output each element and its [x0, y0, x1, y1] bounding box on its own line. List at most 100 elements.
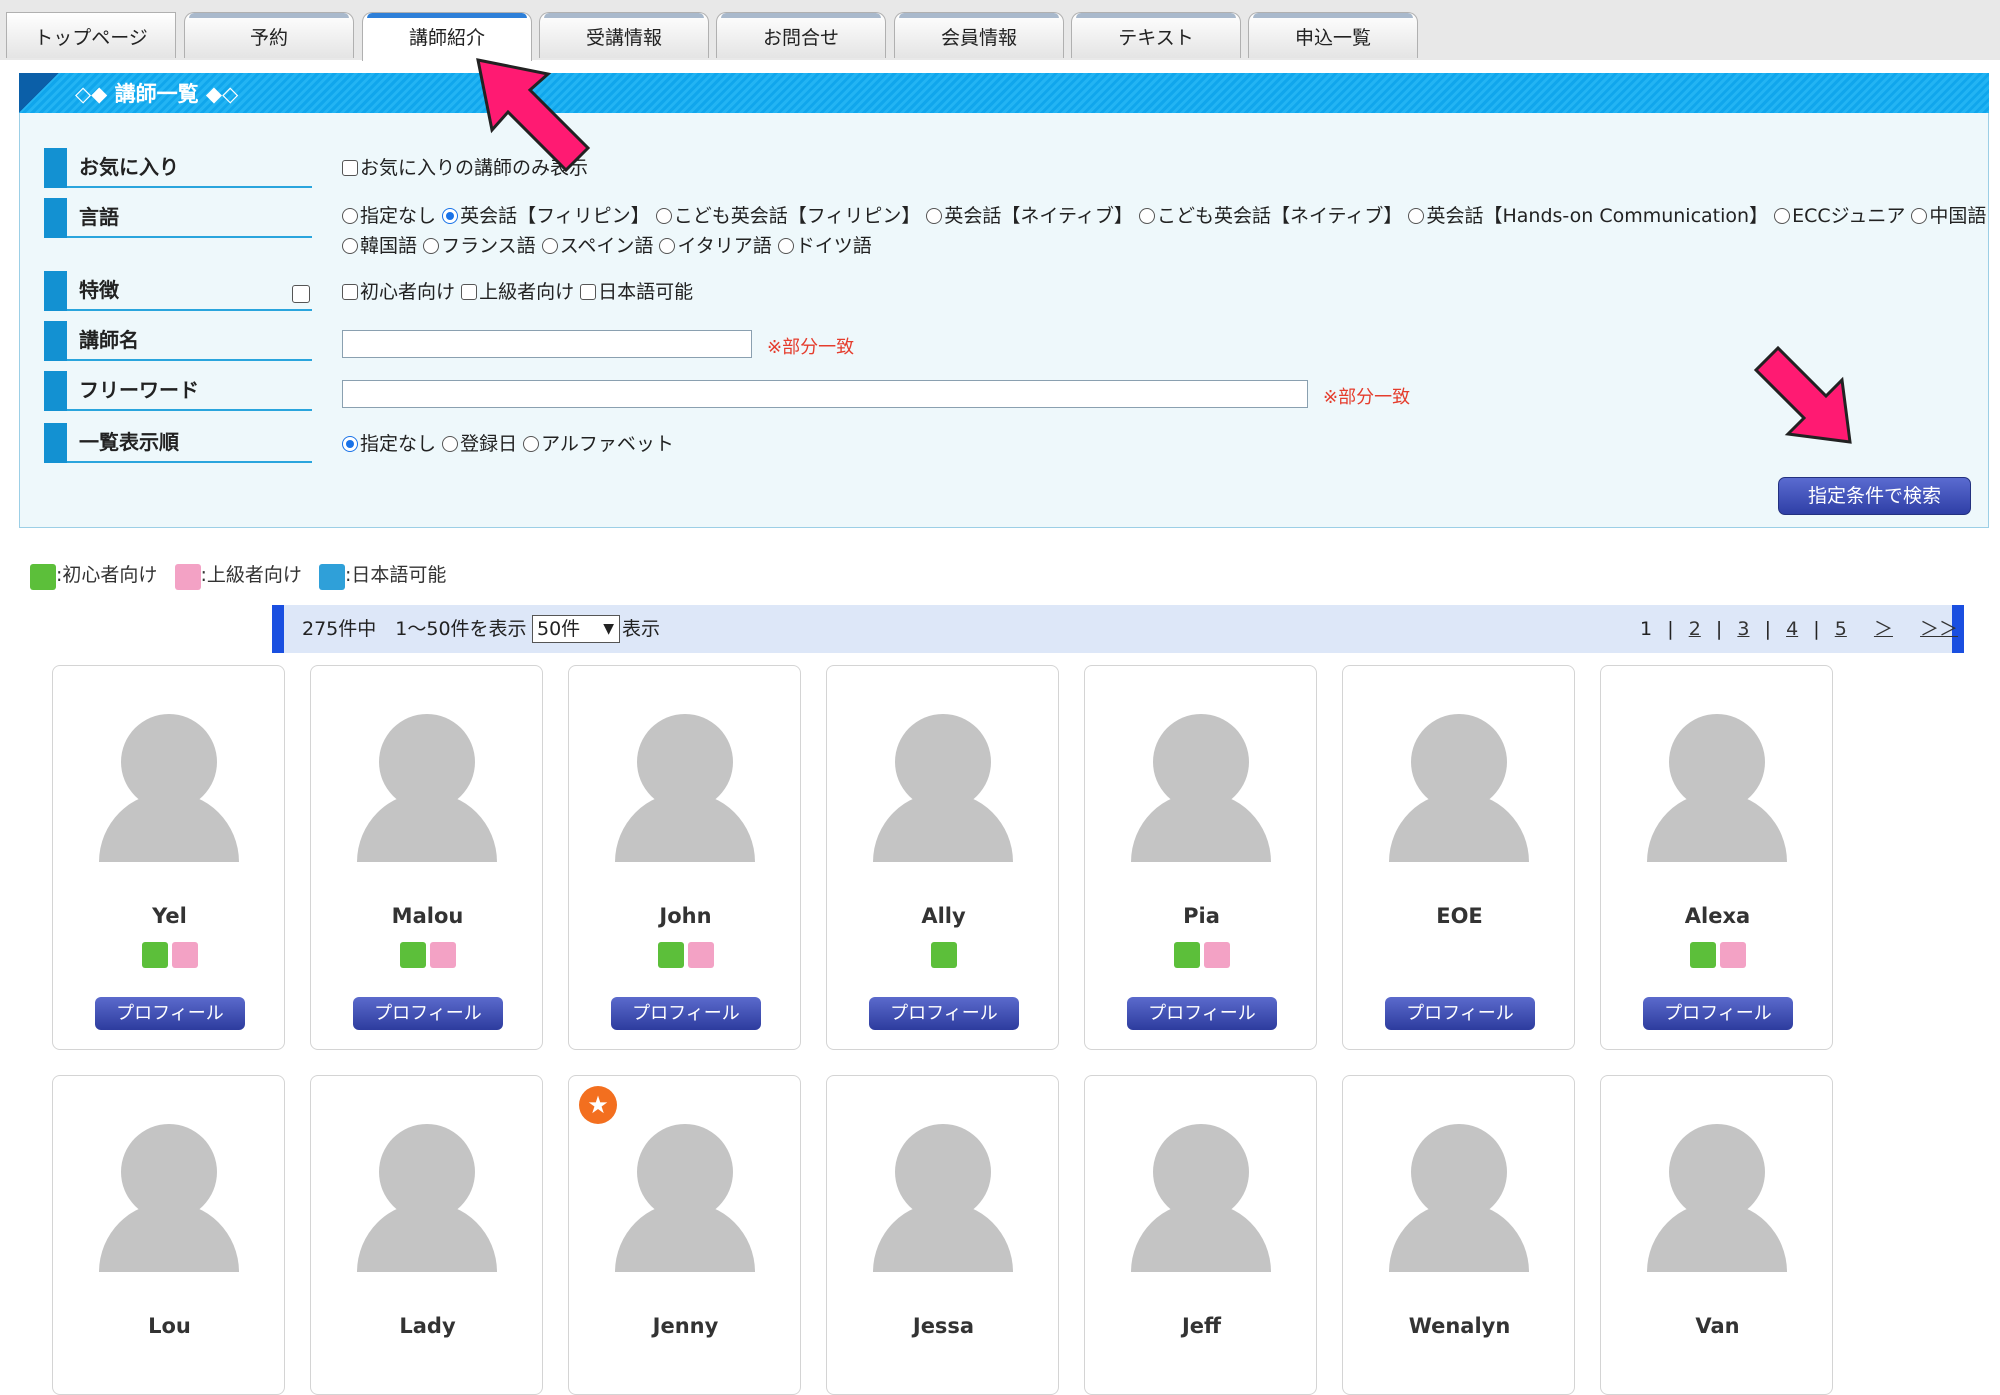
tab-top-page[interactable]: トップページ: [6, 12, 176, 58]
profile-button[interactable]: プロフィール: [611, 997, 761, 1030]
teacher-card[interactable]: Yel プロフィール: [52, 665, 285, 1050]
per-page-select[interactable]: 50件 ▼: [532, 615, 620, 643]
sort-option[interactable]: アルファベット: [523, 433, 674, 455]
teacher-card[interactable]: Van: [1600, 1075, 1833, 1395]
page-current: 1: [1640, 618, 1653, 640]
language-option[interactable]: フランス語: [423, 235, 536, 257]
teacher-card[interactable]: Lou: [52, 1075, 285, 1395]
legend-japanese-label: :日本語可能: [345, 564, 447, 586]
per-page-suffix: 表示: [622, 618, 661, 640]
tab-contact[interactable]: お問合せ: [716, 12, 886, 58]
language-option[interactable]: 指定なし: [342, 205, 436, 227]
profile-button[interactable]: プロフィール: [1385, 997, 1535, 1030]
teacher-card[interactable]: Pia プロフィール: [1084, 665, 1317, 1050]
language-label: 言語: [44, 198, 312, 238]
advanced-badge-icon: [1719, 942, 1746, 968]
language-option[interactable]: こども英会話【ネイティブ】: [1138, 205, 1402, 227]
teacher-card[interactable]: Jessa: [826, 1075, 1059, 1395]
next-page-link[interactable]: ＞: [1874, 618, 1893, 640]
beginner-badge-icon: [930, 942, 957, 968]
sort-option[interactable]: 登録日: [442, 433, 517, 455]
search-button[interactable]: 指定条件で検索: [1778, 477, 1971, 515]
teacher-badges: [311, 942, 544, 968]
avatar-body-icon: [1389, 1202, 1529, 1272]
page-link[interactable]: 2: [1689, 618, 1701, 640]
teacher-card[interactable]: EOE プロフィール: [1342, 665, 1575, 1050]
profile-button[interactable]: プロフィール: [869, 997, 1019, 1030]
teacher-card[interactable]: Ally プロフィール: [826, 665, 1059, 1050]
advanced-badge-icon: [1203, 942, 1230, 968]
teacher-card[interactable]: Lady: [310, 1075, 543, 1395]
beginner-badge-icon: [141, 942, 168, 968]
badge-legend: :初心者向け :上級者向け :日本語可能: [30, 560, 446, 590]
last-page-link[interactable]: ＞＞: [1920, 618, 1958, 640]
avatar-body-icon: [1389, 792, 1529, 862]
teacher-card[interactable]: Alexa プロフィール: [1600, 665, 1833, 1050]
language-option[interactable]: ドイツ語: [777, 235, 872, 257]
language-option[interactable]: 英会話【ネイティブ】: [926, 205, 1133, 227]
sort-option-selected[interactable]: 指定なし: [342, 433, 436, 455]
teacher-card[interactable]: Wenalyn: [1342, 1075, 1575, 1395]
teacher-card[interactable]: Jeff: [1084, 1075, 1317, 1395]
avatar-body-icon: [615, 1202, 755, 1272]
free-word-input[interactable]: [342, 380, 1308, 408]
avatar-body-icon: [99, 792, 239, 862]
teacher-name: Yel: [152, 904, 187, 928]
search-panel: [19, 73, 1989, 528]
teacher-badges: [1601, 942, 1834, 968]
feature-advanced-option[interactable]: 上級者向け: [461, 281, 574, 303]
language-options-row2: 韓国語 フランス語 スペイン語 イタリア語 ドイツ語: [342, 234, 872, 258]
results-summary: 275件中 1〜50件を表示: [302, 618, 527, 640]
teacher-card[interactable]: Jenny ★: [568, 1075, 801, 1395]
teacher-name: Van: [1695, 1314, 1740, 1338]
features-label: 特徴: [44, 271, 312, 311]
sort-options: 指定なし 登録日 アルファベット: [342, 432, 674, 456]
language-option[interactable]: ECCジュニア: [1774, 205, 1905, 227]
teacher-name-input[interactable]: [342, 330, 752, 358]
highlight-arrow-search: [1753, 345, 1852, 444]
avatar-body-icon: [1131, 1202, 1271, 1272]
tab-label: 会員情報: [940, 27, 1017, 49]
profile-button[interactable]: プロフィール: [1127, 997, 1277, 1030]
tab-label: テキスト: [1118, 27, 1194, 49]
page-link[interactable]: 3: [1737, 618, 1749, 640]
section-title: ◇◆ 講師一覧 ◆◇: [75, 82, 239, 106]
profile-button[interactable]: プロフィール: [353, 997, 503, 1030]
teacher-card[interactable]: Malou プロフィール: [310, 665, 543, 1050]
avatar-body-icon: [1131, 792, 1271, 862]
language-option-selected[interactable]: 英会話【フィリピン】: [442, 205, 650, 227]
features-all-checkbox[interactable]: [292, 285, 310, 303]
teacher-name: Alexa: [1684, 904, 1751, 928]
language-option[interactable]: 英会話【Hands-on Communication】: [1408, 205, 1768, 227]
teacher-name: Jenny: [652, 1314, 719, 1338]
feature-beginner-option[interactable]: 初心者向け: [342, 281, 455, 303]
legend-advanced-label: :上級者向け: [200, 564, 302, 586]
tab-label: 講師紹介: [408, 27, 485, 49]
favorite-only-checkbox[interactable]: [342, 160, 358, 176]
language-option[interactable]: スペイン語: [541, 235, 653, 257]
teacher-name: Malou: [391, 904, 464, 928]
tab-applications[interactable]: 申込一覧: [1248, 12, 1418, 58]
tab-member-info[interactable]: 会員情報: [894, 12, 1064, 58]
legend-beginner-label: :初心者向け: [56, 564, 158, 586]
profile-button[interactable]: プロフィール: [1643, 997, 1793, 1030]
language-option[interactable]: 韓国語: [342, 235, 417, 257]
page-link[interactable]: 4: [1786, 618, 1798, 640]
page-link[interactable]: 5: [1835, 618, 1847, 640]
avatar-body-icon: [99, 1202, 239, 1272]
avatar-body-icon: [1647, 1202, 1787, 1272]
tab-text[interactable]: テキスト: [1071, 12, 1241, 58]
tab-reservation[interactable]: 予約: [184, 12, 354, 58]
favorite-star-icon[interactable]: ★: [579, 1086, 617, 1124]
favorite-label: お気に入り: [44, 148, 312, 188]
feature-japanese-option[interactable]: 日本語可能: [580, 281, 693, 303]
teacher-name: Pia: [1183, 904, 1220, 928]
language-option[interactable]: こども英会話【フィリピン】: [655, 205, 920, 227]
language-option[interactable]: 中国語: [1911, 205, 1986, 227]
profile-button[interactable]: プロフィール: [95, 997, 245, 1030]
teacher-card[interactable]: John プロフィール: [568, 665, 801, 1050]
pagination: 1 | 2 | 3 | 4 | 5 ＞ ＞＞: [1640, 618, 1959, 640]
japanese-badge-icon: [319, 563, 345, 590]
language-option[interactable]: イタリア語: [659, 235, 772, 257]
avatar-body-icon: [357, 1202, 497, 1272]
